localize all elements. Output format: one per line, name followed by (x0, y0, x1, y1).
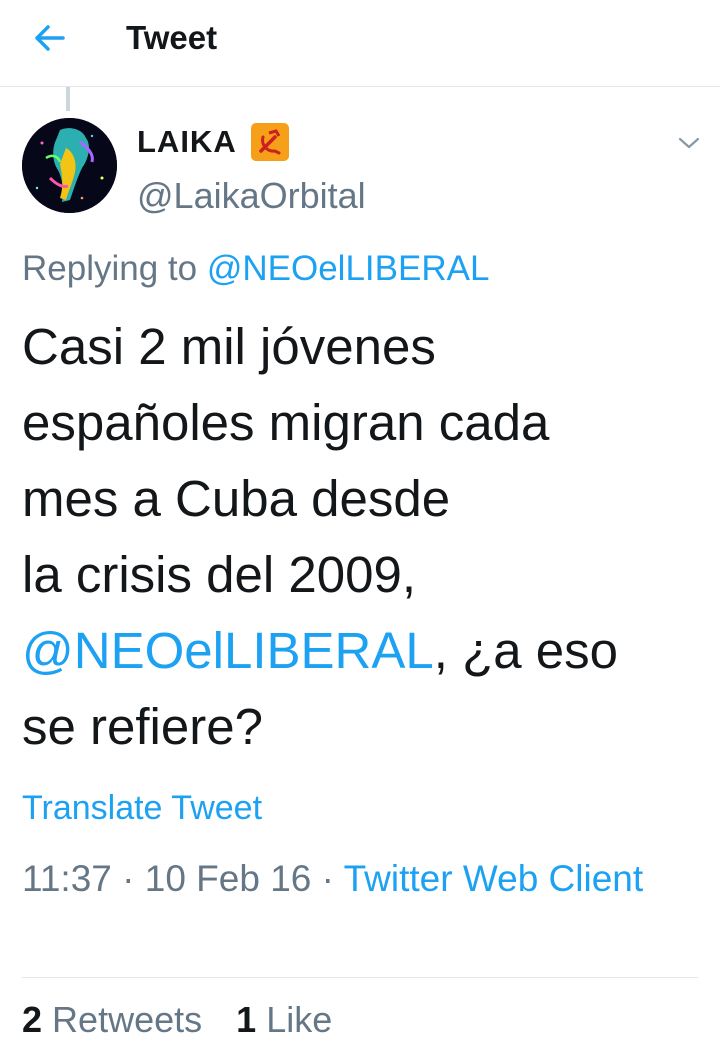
likes-label: Like (266, 999, 333, 1040)
likes-stat[interactable]: 1 Like (236, 999, 332, 1040)
arrow-left-icon (35, 25, 65, 51)
tweet-date: 10 Feb 16 (144, 858, 312, 899)
tweet-text-line: Casi 2 mil jóvenes (22, 318, 436, 375)
avatar-image (22, 118, 117, 213)
tweet-text-line: se refiere? (22, 698, 263, 755)
replying-to: Replying to @NEOelLIBERAL (22, 246, 489, 292)
likes-count: 1 (236, 999, 257, 1040)
author-handle[interactable]: @LaikaOrbital (137, 174, 366, 218)
tweet-text-line: españoles migran cada (22, 394, 550, 451)
author-display-name: LAIKA (137, 124, 237, 159)
tweet-source-link[interactable]: Twitter Web Client (344, 858, 644, 899)
avatar[interactable] (22, 118, 117, 213)
meta-separator: · (321, 858, 334, 899)
more-options-button[interactable] (672, 128, 706, 158)
retweets-label: Retweets (52, 999, 203, 1040)
tweet-text: Casi 2 mil jóvenes españoles migran cada… (22, 309, 702, 765)
meta-separator: · (122, 858, 135, 899)
top-bar: Tweet (0, 0, 720, 87)
hammer-and-sickle-icon (250, 123, 289, 161)
thread-connector-line (66, 87, 70, 111)
retweets-stat[interactable]: 2 Retweets (22, 999, 202, 1040)
author-name-row[interactable]: LAIKA (137, 120, 289, 164)
replying-to-label: Replying to (22, 249, 198, 288)
mention-link[interactable]: @NEOelLIBERAL (22, 622, 434, 679)
retweets-count: 2 (22, 999, 43, 1040)
tweet-text-fragment: , ¿a eso (433, 622, 619, 679)
chevron-down-icon (678, 137, 700, 149)
back-button[interactable] (22, 16, 78, 60)
tweet-metadata: 11:37 · 10 Feb 16 · Twitter Web Client (22, 852, 702, 906)
translate-tweet-link[interactable]: Translate Tweet (22, 786, 262, 830)
tweet-text-line: la crisis del 2009, (22, 546, 417, 603)
tweet-text-line: mes a Cuba desde (22, 470, 451, 527)
tweet-stats: 2 Retweets 1 Like (22, 996, 332, 1044)
divider (22, 977, 698, 978)
tweet-text-line: @NEOelLIBERAL, ¿a eso (22, 613, 702, 689)
tweet-time: 11:37 (22, 858, 112, 899)
page-title: Tweet (126, 19, 218, 56)
replying-to-handle-link[interactable]: @NEOelLIBERAL (207, 249, 490, 288)
